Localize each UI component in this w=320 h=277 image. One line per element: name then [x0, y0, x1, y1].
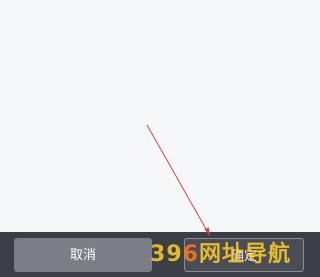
confirm-button[interactable]: 确定	[184, 238, 304, 272]
cancel-button[interactable]: 取消	[14, 238, 152, 272]
blank-content-area	[0, 0, 320, 232]
screen: 取消 确定 396网址导航	[0, 0, 320, 277]
